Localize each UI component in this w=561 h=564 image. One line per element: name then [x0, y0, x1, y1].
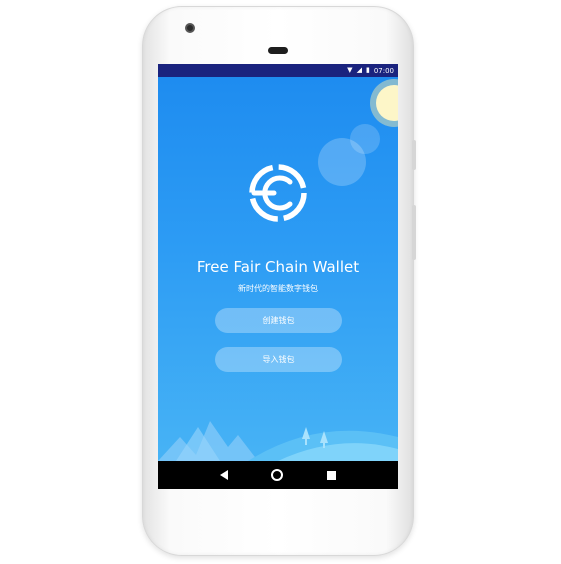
status-bar: ▼ ◢ ▮ 07:00 — [158, 64, 398, 77]
volume-button — [412, 205, 416, 260]
landscape-illustration — [158, 421, 398, 461]
create-wallet-button[interactable]: 创建钱包 — [215, 308, 342, 333]
home-icon[interactable] — [271, 469, 284, 481]
import-wallet-button[interactable]: 导入钱包 — [215, 347, 342, 372]
fair-chain-logo-icon — [249, 164, 307, 222]
bubble-decoration-small — [350, 124, 380, 154]
power-button — [412, 140, 416, 170]
back-icon[interactable] — [219, 470, 228, 480]
sun-decoration — [376, 85, 398, 121]
app-subtitle: 新时代的智能数字钱包 — [238, 284, 318, 293]
navigation-bar — [158, 461, 398, 489]
phone-screen: ▼ ◢ ▮ 07:00 Free Fair Chain Wallet 新时代的智… — [158, 64, 398, 489]
status-time: 07:00 — [373, 66, 394, 75]
welcome-screen: Free Fair Chain Wallet 新时代的智能数字钱包 创建钱包 导… — [158, 77, 398, 461]
earpiece-speaker — [268, 47, 288, 54]
recents-icon[interactable] — [327, 470, 337, 480]
wifi-icon: ▼ — [347, 66, 353, 74]
front-camera — [185, 23, 195, 33]
app-title: Free Fair Chain Wallet — [196, 258, 360, 276]
battery-icon: ▮ — [365, 66, 370, 74]
signal-icon: ◢ — [356, 66, 362, 74]
